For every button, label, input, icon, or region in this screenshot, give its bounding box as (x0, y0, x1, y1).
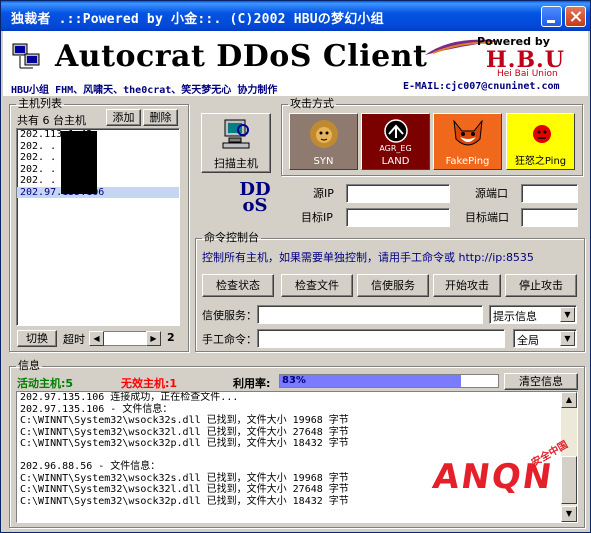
ddos-logo-text: DDoS (239, 179, 271, 216)
target-port-field[interactable] (521, 208, 578, 227)
hbu-subtitle: Hei Bai Union (497, 69, 558, 79)
timeout-slider[interactable]: ◀ ▶ (89, 331, 161, 346)
host-list-item-selected[interactable]: 202.97.135.106 (17, 186, 179, 198)
redaction-mask (61, 131, 97, 194)
usage-progress-bar: 83% (279, 374, 499, 388)
host-list-item[interactable]: 202. . .2 (17, 164, 179, 176)
source-ip-label: 源IP (313, 187, 334, 200)
scan-computer-icon (222, 119, 250, 149)
messenger-input[interactable] (257, 305, 483, 324)
stop-attack-button[interactable]: 停止攻击 (505, 274, 577, 297)
manual-command-input[interactable] (257, 329, 505, 348)
title-bar[interactable]: 独裁者 .::Powered by 小金::. (C)2002 HBUの梦幻小组 (1, 1, 590, 31)
slider-left-arrow-icon[interactable]: ◀ (89, 331, 104, 346)
scan-hosts-label: 扫描主机 (214, 157, 258, 170)
attack-land-button[interactable]: AGR_EG LAND (361, 113, 430, 170)
email-text: E-MAIL:cjc007@cnuninet.com (403, 81, 560, 92)
messenger-type-value: 提示信息 (493, 310, 537, 323)
ddos-logo: DDoS (233, 179, 277, 222)
target-port-label: 目标端口 (465, 211, 509, 224)
app-window: 独裁者 .::Powered by 小金::. (C)2002 HBUの梦幻小组… (0, 0, 591, 533)
switch-button[interactable]: 切换 (17, 330, 57, 347)
timeout-label: 超时 (63, 333, 85, 346)
log-line: C:\WINNT\System32\wsock32l.dll 已找到，文件大小 … (20, 426, 349, 438)
slider-right-arrow-icon[interactable]: ▶ (146, 331, 161, 346)
network-computers-icon (12, 43, 40, 69)
log-line: 202.97.135.106 连接成功，正在检查文件... (20, 392, 239, 403)
minimize-button[interactable] (541, 6, 562, 27)
host-list-item[interactable]: 202. . .67 (17, 141, 179, 153)
attack-syn-label: SYN (313, 156, 334, 167)
fox-icon (453, 119, 483, 146)
host-list-legend: 主机列表 (18, 97, 62, 110)
chevron-down-icon[interactable]: ▼ (560, 307, 575, 322)
command-console-legend: 命令控制台 (204, 231, 259, 244)
attack-furyping-button[interactable]: 狂怒之Ping (506, 113, 575, 170)
usage-label: 利用率: (233, 377, 271, 390)
land-logo-icon (384, 119, 408, 143)
land-logo-text: AGR_EG (379, 144, 412, 153)
log-line: 202.97.135.106 - 文件信息： (20, 403, 173, 415)
add-host-button[interactable]: 添加 (106, 109, 141, 126)
host-list-item[interactable]: 202.113.1.42 (17, 129, 179, 141)
window-title: 独裁者 .::Powered by 小金::. (C)2002 HBUの梦幻小组 (11, 12, 384, 27)
active-hosts-label: 活动主机:5 (17, 377, 74, 390)
lion-icon (310, 120, 338, 148)
source-ip-field[interactable] (346, 184, 450, 203)
angry-face-icon (533, 125, 551, 143)
watermark: ANQN 安全中国 (430, 439, 583, 509)
attack-land-label: LAND (381, 156, 410, 167)
messenger-service-button[interactable]: 信使服务 (357, 274, 429, 297)
scroll-up-icon[interactable]: ▲ (561, 392, 577, 408)
attack-fakeping-button[interactable]: FakePing (433, 113, 502, 170)
banner: Autocrat DDoS Client Powered by H.B.U He… (3, 31, 588, 96)
host-list-item[interactable]: 202. . .56 (17, 175, 179, 187)
console-hint: 控制所有主机，如果需要单独控制，请用手工命令或 http://ip:8535 (202, 251, 534, 264)
command-scope-select[interactable]: 全局 ▼ (513, 329, 577, 348)
start-attack-button[interactable]: 开始攻击 (433, 274, 501, 297)
messenger-label: 信使服务： (202, 309, 257, 322)
usage-value: 83% (282, 375, 306, 386)
clear-info-button[interactable]: 清空信息 (504, 373, 578, 390)
app-name: Autocrat DDoS Client (55, 39, 428, 74)
attack-mode-legend: 攻击方式 (290, 97, 334, 110)
close-button[interactable] (565, 6, 586, 27)
attack-syn-button[interactable]: SYN (289, 113, 358, 170)
target-ip-field[interactable] (346, 208, 450, 227)
source-port-field[interactable] (521, 184, 578, 203)
info-legend: 信息 (18, 359, 40, 372)
delete-host-button[interactable]: 删除 (143, 109, 178, 126)
target-ip-label: 目标IP (301, 211, 333, 224)
check-status-button[interactable]: 检查状态 (202, 274, 274, 297)
check-files-button[interactable]: 检查文件 (281, 274, 353, 297)
source-port-label: 源端口 (475, 187, 508, 200)
scan-hosts-button[interactable]: 扫描主机 (201, 113, 271, 173)
messenger-type-select[interactable]: 提示信息 ▼ (489, 305, 577, 324)
inactive-hosts-label: 无效主机:1 (121, 377, 178, 390)
chevron-down-icon[interactable]: ▼ (560, 331, 575, 346)
manual-command-label: 手工命令： (202, 333, 257, 346)
attack-furyping-label: 狂怒之Ping (514, 156, 567, 167)
host-list[interactable]: 202.113.1.42 202. . .67 202. . .61 202. … (16, 128, 180, 326)
host-list-item[interactable]: 202. . .61 (17, 152, 179, 164)
command-scope-value: 全局 (517, 334, 539, 347)
usage-progress-fill (280, 375, 461, 387)
host-count-label: 共有 6 台主机 (17, 114, 86, 127)
log-line: C:\WINNT\System32\wsock32s.dll 已找到，文件大小 … (20, 415, 349, 426)
attack-fakeping-label: FakePing (445, 156, 490, 167)
credits-text: HBU小组 FHM、风啸天、the0crat、笑天梦无心 协力制作 (11, 85, 278, 96)
timeout-value: 2 (167, 331, 175, 344)
